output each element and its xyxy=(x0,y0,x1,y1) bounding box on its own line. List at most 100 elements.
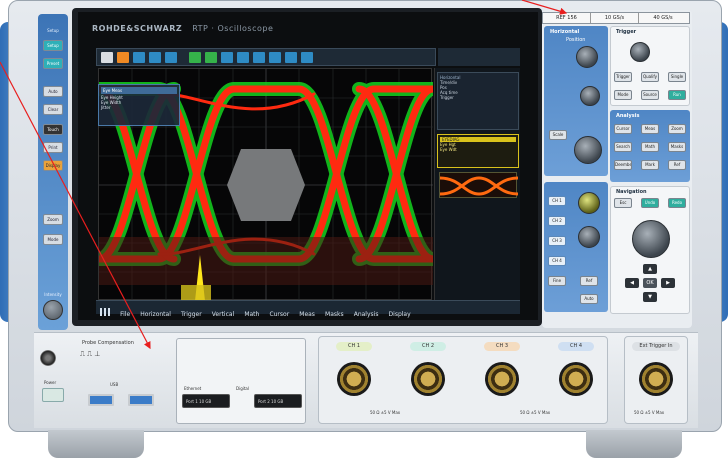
touch-screen[interactable]: ROHDE&SCHWARZ RTP · Oscilloscope Eye Mea… xyxy=(78,12,538,320)
menu-analysis[interactable]: Analysis xyxy=(354,308,379,320)
auto-button[interactable]: Auto xyxy=(43,86,63,97)
ruler-icon[interactable] xyxy=(189,52,201,63)
math-button[interactable]: Math xyxy=(641,142,659,152)
probe-compensation-label: Probe Compensation xyxy=(82,340,134,346)
left-foot xyxy=(48,430,144,458)
ref-vertical-button[interactable]: Ref xyxy=(580,276,598,286)
qualify-button[interactable]: Qualify xyxy=(641,72,659,82)
deembed-button[interactable]: Deembed xyxy=(614,160,632,170)
vertical-position-knob[interactable] xyxy=(578,192,600,214)
auto-vertical-button[interactable]: Auto xyxy=(580,294,598,304)
horizontal-scale-knob[interactable] xyxy=(580,86,600,106)
intensity-knob[interactable] xyxy=(43,300,63,320)
trigger-section-title: Trigger xyxy=(616,29,637,35)
ground-jack[interactable] xyxy=(40,350,56,366)
camera-icon[interactable] xyxy=(165,52,177,63)
arrow-down-icon[interactable]: ▼ xyxy=(643,292,657,302)
ch2-button[interactable]: CH 2 xyxy=(548,216,566,226)
power-button[interactable] xyxy=(42,388,64,402)
meas-button[interactable]: Meas xyxy=(641,124,659,134)
redo-button[interactable]: Redo xyxy=(668,198,686,208)
brand-logo: ROHDE&SCHWARZ RTP · Oscilloscope xyxy=(92,24,273,33)
menu-icon[interactable] xyxy=(101,52,113,63)
usb-port-1[interactable] xyxy=(88,394,114,406)
result-side-panel: Horizontal Time/div Pos Acq time Trigger… xyxy=(434,68,520,300)
single-button[interactable]: Single xyxy=(668,72,686,82)
arrow-up-icon[interactable]: ▲ xyxy=(643,264,657,274)
ch1-bnc-input[interactable] xyxy=(337,362,371,396)
menu-masks[interactable]: Masks xyxy=(325,308,344,320)
ch1-ch2-rating: 50 Ω ±5 V Max xyxy=(370,410,401,415)
ref-analysis-button[interactable]: Ref xyxy=(668,160,686,170)
zoom-button[interactable]: Zoom xyxy=(43,214,63,225)
navigation-knob[interactable] xyxy=(632,220,670,258)
horizontal-info-box[interactable]: Horizontal Time/div Pos Acq time Trigger xyxy=(437,72,519,130)
histogram-icon[interactable] xyxy=(269,52,281,63)
eye-thumbnail[interactable] xyxy=(439,172,519,198)
redo-icon[interactable] xyxy=(133,52,145,63)
measurement-panel[interactable]: Eye Meas Eye Height Eye Width Jitter xyxy=(98,84,180,126)
measure-icon[interactable] xyxy=(237,52,249,63)
undo-icon[interactable] xyxy=(117,52,129,63)
ch4-button[interactable]: CH 4 xyxy=(548,256,566,266)
arrow-right-icon[interactable]: ▶ xyxy=(661,278,675,288)
vertical-scale-knob[interactable] xyxy=(578,226,600,248)
sample-rate-status: 10 GS/s xyxy=(591,13,639,23)
mark-button[interactable]: Mark xyxy=(641,160,659,170)
option-bay xyxy=(176,338,306,424)
ch1-button[interactable]: CH 1 xyxy=(548,196,566,206)
mode-button[interactable]: Mode xyxy=(43,234,63,245)
info-line: Eye Wdt xyxy=(440,147,457,152)
source-button[interactable]: Source xyxy=(641,90,659,100)
grid-icon[interactable] xyxy=(100,307,110,316)
run-button[interactable]: Run xyxy=(668,90,686,100)
ext-trigger-bnc-input[interactable] xyxy=(639,362,673,396)
menu-trigger[interactable]: Trigger xyxy=(181,308,202,320)
ch2-bnc-input[interactable] xyxy=(411,362,445,396)
touch-button[interactable]: Touch xyxy=(43,124,63,135)
search-icon[interactable] xyxy=(301,52,313,63)
screen-toolbar xyxy=(96,48,436,66)
mask-icon[interactable] xyxy=(253,52,265,63)
preset-button[interactable]: Preset xyxy=(43,58,63,69)
save-icon[interactable] xyxy=(149,52,161,63)
search-button[interactable]: Search xyxy=(614,142,632,152)
usb-port-2[interactable] xyxy=(128,394,154,406)
print-button[interactable]: Print xyxy=(43,142,63,153)
menu-horizontal[interactable]: Horizontal xyxy=(140,308,171,320)
menu-math[interactable]: Math xyxy=(244,308,259,320)
eye-result-box[interactable]: EYEDIAG Eye Hgt Eye Wdt xyxy=(437,134,519,168)
oscilloscope-instrument: Setup Setup Preset Auto Clear Touch Prin… xyxy=(0,0,728,472)
horizontal-position-knob[interactable] xyxy=(576,46,598,68)
mode-trigger-button[interactable]: Mode xyxy=(614,90,632,100)
setup-button[interactable]: Setup xyxy=(43,40,63,51)
menu-display[interactable]: Display xyxy=(389,308,411,320)
ch3-button[interactable]: CH 3 xyxy=(548,236,566,246)
fft-icon[interactable] xyxy=(285,52,297,63)
undo-button[interactable]: Undo xyxy=(641,198,659,208)
arrow-left-icon[interactable]: ◀ xyxy=(625,278,639,288)
menu-vertical[interactable]: Vertical xyxy=(212,308,234,320)
ok-button[interactable]: OK xyxy=(643,278,657,288)
display-button[interactable]: Display xyxy=(43,160,63,171)
zoom-icon[interactable] xyxy=(205,52,217,63)
probe-compensation-terminals[interactable]: ⎍ ⎍ ⊥ xyxy=(80,350,100,359)
scale-button[interactable]: Scale xyxy=(549,130,567,140)
trigger-button[interactable]: Trigger xyxy=(614,72,632,82)
esc-button[interactable]: Esc xyxy=(614,198,632,208)
cursor-button[interactable]: Cursor xyxy=(614,124,632,134)
horizontal-resolution-knob[interactable] xyxy=(574,136,602,164)
usb-label: USB xyxy=(110,382,119,387)
menu-cursor[interactable]: Cursor xyxy=(269,308,289,320)
trigger-level-knob[interactable] xyxy=(630,42,650,62)
zoom-analysis-button[interactable]: Zoom xyxy=(668,124,686,134)
clear-button[interactable]: Clear xyxy=(43,104,63,115)
cursor-icon[interactable] xyxy=(221,52,233,63)
fine-button[interactable]: Fine xyxy=(548,276,566,286)
menu-file[interactable]: File xyxy=(120,308,130,320)
ch4-bnc-input[interactable] xyxy=(559,362,593,396)
left-button-strip: Setup Setup Preset Auto Clear Touch Prin… xyxy=(38,14,68,330)
ch3-bnc-input[interactable] xyxy=(485,362,519,396)
menu-meas[interactable]: Meas xyxy=(299,308,315,320)
masks-button[interactable]: Masks xyxy=(668,142,686,152)
